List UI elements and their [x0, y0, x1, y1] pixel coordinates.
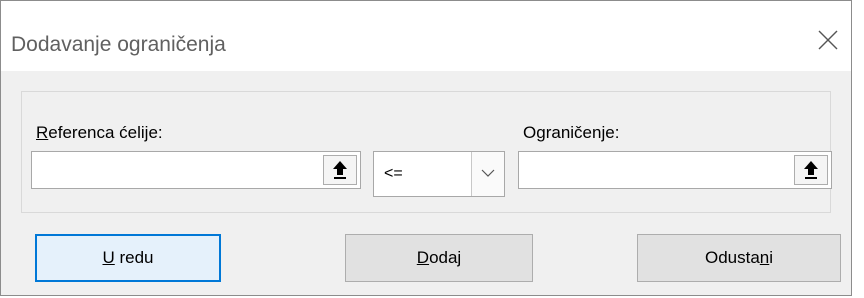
cell-reference-label: Referenca ćelije:	[36, 123, 163, 142]
cell-reference-input[interactable]	[34, 154, 323, 186]
constraint-label: Ograničenje:	[523, 123, 620, 142]
constraint-input[interactable]	[521, 154, 795, 186]
dialog-title: Dodavanje ograničenja	[11, 33, 226, 56]
add-constraint-dialog: Dodavanje ograničenja Referenca ćelije: …	[0, 0, 852, 296]
operator-select[interactable]: <=	[373, 151, 505, 197]
operator-value: <=	[384, 165, 403, 182]
constraint-field[interactable]	[518, 151, 832, 189]
close-icon[interactable]	[811, 23, 845, 57]
cell-reference-collapse-button[interactable]	[323, 155, 357, 185]
add-button[interactable]: Dodaj	[345, 234, 533, 282]
operator-dropdown-button[interactable]	[471, 152, 504, 196]
cancel-button[interactable]: Odusta n i	[637, 234, 841, 282]
chevron-down-icon	[481, 169, 495, 177]
collapse-dialog-arrow-icon	[333, 161, 347, 179]
constraint-collapse-button[interactable]	[794, 155, 828, 185]
ok-button[interactable]: U redu	[35, 234, 221, 282]
cell-reference-field[interactable]	[31, 151, 361, 189]
title-bar: Dodavanje ograničenja	[1, 1, 851, 71]
collapse-dialog-arrow-icon	[804, 161, 818, 179]
